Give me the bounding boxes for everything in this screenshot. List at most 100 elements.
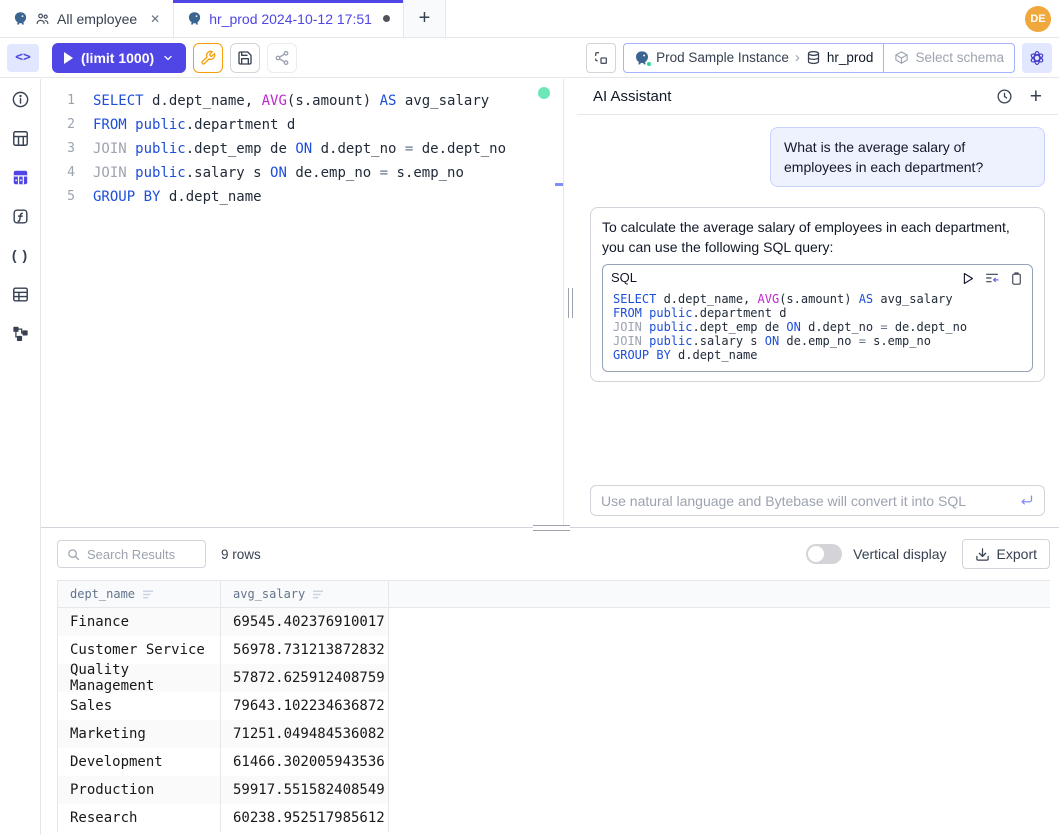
ai-assistant-button[interactable] — [1022, 43, 1052, 73]
sidebar-item-schema-diagram[interactable] — [10, 167, 30, 187]
column-header-avg-salary[interactable]: avg_salary — [221, 581, 389, 607]
schema-selector[interactable]: Select schema — [883, 44, 1014, 72]
table-cell[interactable]: 69545.402376910017 — [221, 608, 389, 636]
results-toolbar: 9 rows Vertical display Export — [41, 528, 1059, 579]
instance-selector[interactable]: Prod Sample Instance › hr_prod — [624, 44, 883, 72]
tab-label: All employee — [57, 11, 137, 27]
table-cell-empty — [389, 776, 1050, 804]
table-cell[interactable]: Production — [58, 776, 221, 804]
grid-table-icon — [11, 129, 30, 148]
save-button[interactable] — [230, 43, 260, 73]
sql-code-card: SQL SELECT d.dept_name, AVG(s.amount) AS… — [602, 264, 1033, 372]
table-cell[interactable]: Sales — [58, 692, 221, 720]
admin-wrench-button[interactable] — [193, 43, 223, 73]
save-icon — [237, 50, 253, 66]
parentheses-icon: ( ) — [12, 247, 28, 263]
ai-input-box — [590, 485, 1045, 516]
ai-assistant-title: AI Assistant — [593, 88, 671, 105]
export-button[interactable]: Export — [962, 539, 1050, 569]
format-sql-button[interactable] — [586, 43, 616, 73]
table-cell[interactable]: 59917.551582408549 — [221, 776, 389, 804]
search-results-input[interactable] — [87, 547, 187, 562]
line-number: 3 — [41, 137, 93, 161]
chevron-down-icon[interactable] — [162, 52, 174, 64]
sidebar-item-table[interactable] — [10, 284, 30, 304]
table-rows-icon — [11, 285, 30, 304]
result-table: dept_name avg_salary Finance69545.402376… — [57, 580, 1050, 832]
vertical-splitter[interactable] — [564, 79, 577, 527]
er-diagram-icon — [11, 324, 30, 343]
tab-bar: All employee ✕ hr_prod 2024-10-12 17:51 … — [0, 0, 1059, 38]
ai-code-line: GROUP BY d.dept_name — [613, 348, 1024, 362]
tab-all-employee[interactable]: All employee ✕ — [0, 0, 174, 37]
enter-return-icon[interactable] — [1019, 493, 1034, 508]
table-cell[interactable]: Marketing — [58, 720, 221, 748]
tab-hr-prod[interactable]: hr_prod 2024-10-12 17:51 — [174, 0, 404, 37]
sidebar-item-procedure[interactable]: ( ) — [10, 245, 30, 265]
result-rows: Finance69545.402376910017Customer Servic… — [58, 608, 1050, 832]
sidebar-item-info[interactable] — [10, 89, 30, 109]
avatar[interactable]: DE — [1025, 6, 1051, 32]
sidebar-item-er-diagram[interactable] — [10, 323, 30, 343]
table-cell-empty — [389, 636, 1050, 664]
sidebar-item-function[interactable] — [10, 206, 30, 226]
schema-diagram-icon — [11, 168, 30, 187]
horizontal-splitter[interactable] — [533, 525, 570, 531]
run-code-icon[interactable] — [960, 271, 975, 286]
history-clock-icon[interactable] — [996, 88, 1013, 105]
database-name: hr_prod — [827, 50, 874, 65]
table-row[interactable]: Sales79643.102234636872 — [58, 692, 1050, 720]
table-cell-empty — [389, 748, 1050, 776]
table-cell-empty — [389, 692, 1050, 720]
table-row[interactable]: Development61466.302005943536 — [58, 748, 1050, 776]
code-line: 5GROUP BY d.dept_name — [41, 185, 563, 209]
database-icon — [806, 50, 821, 65]
table-row[interactable]: Customer Service56978.731213872832 — [58, 636, 1050, 664]
table-row[interactable]: Marketing71251.049484536082 — [58, 720, 1050, 748]
table-cell[interactable]: Finance — [58, 608, 221, 636]
table-cell[interactable]: Quality Management — [58, 664, 221, 692]
assistant-message: To calculate the average salary of emplo… — [590, 207, 1045, 382]
vertical-display-label: Vertical display — [853, 546, 946, 562]
postgres-icon — [13, 11, 28, 26]
run-query-button[interactable]: (limit 1000) — [52, 43, 186, 73]
column-header-dept-name[interactable]: dept_name — [58, 581, 221, 607]
table-cell[interactable]: 56978.731213872832 — [221, 636, 389, 664]
table-cell-empty — [389, 664, 1050, 692]
table-cell[interactable]: 61466.302005943536 — [221, 748, 389, 776]
download-icon — [975, 547, 990, 562]
share-button[interactable] — [267, 43, 297, 73]
unsaved-indicator-icon — [383, 15, 390, 22]
ai-code-lines: SELECT d.dept_name, AVG(s.amount) AS avg… — [603, 289, 1032, 371]
toggle-knob — [808, 546, 824, 562]
sidebar-toggle-button[interactable]: <> — [7, 44, 39, 72]
table-cell[interactable]: Development — [58, 748, 221, 776]
ai-input-row — [577, 476, 1058, 527]
sidebar-item-worksheet[interactable] — [10, 128, 30, 148]
table-row[interactable]: Finance69545.402376910017 — [58, 608, 1050, 636]
connection-healthy-dot — [538, 87, 550, 99]
table-cell[interactable]: Customer Service — [58, 636, 221, 664]
info-icon — [11, 90, 30, 109]
search-icon — [66, 547, 81, 562]
table-row[interactable]: Quality Management57872.625912408759 — [58, 664, 1050, 692]
ai-prompt-input[interactable] — [601, 493, 1011, 509]
table-row[interactable]: Production59917.551582408549 — [58, 776, 1050, 804]
vertical-display-toggle[interactable] — [806, 544, 842, 564]
close-icon[interactable]: ✕ — [150, 12, 160, 26]
copy-icon[interactable] — [1009, 271, 1024, 286]
table-cell[interactable]: 57872.625912408759 — [221, 664, 389, 692]
table-cell[interactable]: 79643.102234636872 — [221, 692, 389, 720]
new-chat-button[interactable]: + — [1030, 86, 1042, 107]
code-line: 4JOIN public.salary s ON de.emp_no = s.e… — [41, 161, 563, 185]
insert-to-editor-icon[interactable] — [984, 270, 1000, 286]
table-row[interactable]: Research60238.952517985612 — [58, 804, 1050, 832]
new-tab-button[interactable]: + — [404, 0, 446, 37]
table-cell-empty — [389, 804, 1050, 832]
table-cell[interactable]: 71251.049484536082 — [221, 720, 389, 748]
result-table-header: dept_name avg_salary — [58, 580, 1050, 608]
sql-editor[interactable]: 1SELECT d.dept_name, AVG(s.amount) AS av… — [41, 79, 564, 527]
table-cell[interactable]: 60238.952517985612 — [221, 804, 389, 832]
play-icon — [64, 52, 73, 64]
table-cell[interactable]: Research — [58, 804, 221, 832]
